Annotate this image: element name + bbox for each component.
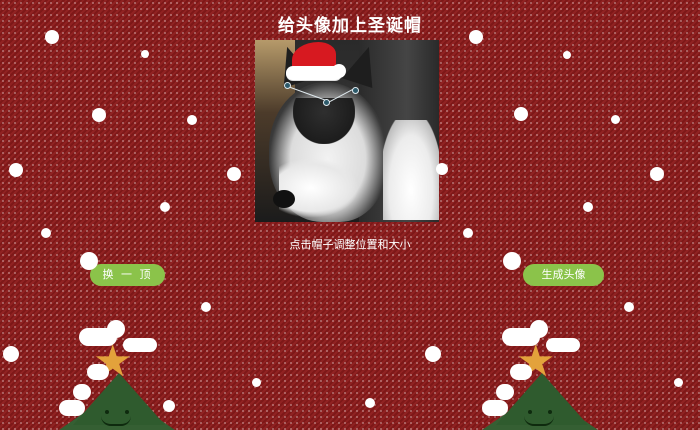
snowflake	[563, 51, 571, 59]
snowflake	[45, 30, 59, 44]
change-hat-button[interactable]: 换 一 顶	[90, 264, 165, 286]
snowflake	[611, 115, 620, 124]
snowflake	[463, 228, 473, 238]
snowflake	[503, 252, 521, 270]
avatar-photo	[255, 40, 439, 222]
snowflake	[187, 115, 197, 125]
christmas-tree-icon: ★	[53, 318, 175, 430]
snowflake	[141, 50, 149, 58]
snowflake	[436, 163, 448, 175]
snowflake	[201, 302, 211, 312]
snowflake	[160, 202, 170, 212]
snowflake	[583, 202, 593, 212]
snowflake	[92, 108, 106, 122]
hat-rotate-handle[interactable]	[284, 82, 291, 89]
generate-avatar-button[interactable]: 生成头像	[523, 264, 604, 286]
snowflake	[80, 252, 98, 270]
snowflake	[674, 378, 683, 387]
snowflake	[365, 398, 375, 408]
hint-text: 点击帽子调整位置和大小	[289, 238, 411, 251]
snowflake	[252, 378, 261, 387]
snowflake	[3, 346, 19, 362]
snowflake	[41, 228, 51, 238]
snowflake	[650, 167, 664, 181]
page-title: 给头像加上圣诞帽	[278, 16, 422, 36]
snowflake	[425, 346, 441, 362]
snowflake	[624, 302, 634, 312]
hat-center-handle[interactable]	[323, 99, 330, 106]
snowflake	[227, 167, 241, 181]
santa-hat-overlay[interactable]	[286, 42, 346, 84]
christmas-tree-icon: ★	[476, 318, 598, 430]
snowflake	[9, 163, 23, 177]
snowflake	[514, 107, 528, 121]
hat-resize-handle[interactable]	[352, 87, 359, 94]
snowflake	[469, 30, 483, 44]
